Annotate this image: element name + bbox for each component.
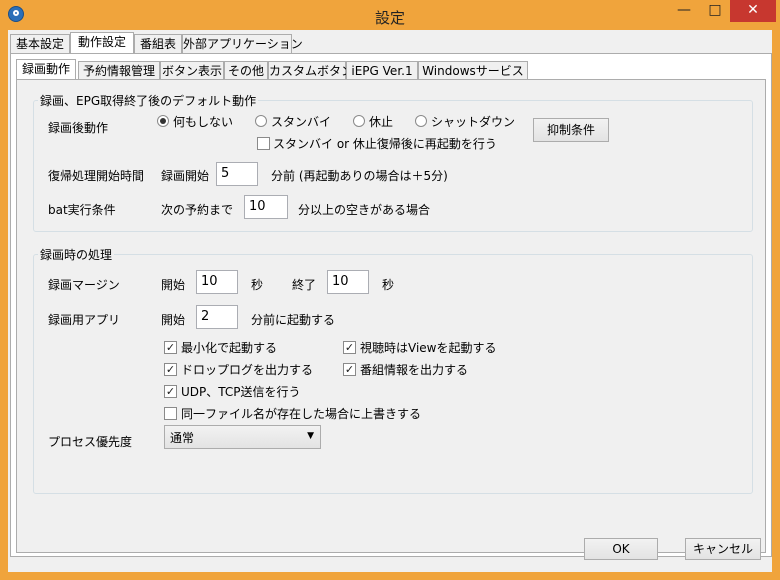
app-start-minutes-input[interactable]: 2 — [196, 305, 238, 329]
ok-button[interactable]: OK — [584, 538, 658, 560]
margin-start-label: 開始 — [161, 278, 186, 292]
maximize-button[interactable]: □ — [700, 0, 730, 22]
tab-recording-behavior[interactable]: 録画動作 — [16, 59, 76, 80]
overwrite-file-checkbox[interactable] — [164, 407, 177, 420]
process-priority-select[interactable]: 通常 ▼ — [164, 425, 321, 449]
after-rec-label: 録画後動作 — [48, 121, 109, 135]
margin-end-input[interactable]: 10 — [327, 270, 369, 294]
minimize-start-checkbox[interactable]: ✓ — [164, 341, 177, 354]
next-rec-label: 次の予約まで — [161, 203, 234, 217]
tab-iepg[interactable]: iEPG Ver.1 — [346, 61, 418, 81]
tab-other[interactable]: その他 — [224, 61, 268, 81]
minimize-start-label[interactable]: 最小化で起動する — [181, 339, 277, 356]
window-title: 設定 — [374, 9, 405, 27]
inner-tab-panel: 録画、EPG取得終了後のデフォルト動作 録画後動作 何もしない スタンバイ 休止… — [16, 79, 766, 553]
cancel-button[interactable]: キャンセル — [685, 538, 761, 560]
title-bar[interactable]: 設定 — □ ✕ — [0, 0, 780, 30]
close-button[interactable]: ✕ — [730, 0, 776, 22]
radio-shutdown-label[interactable]: シャットダウン — [431, 113, 515, 130]
radio-hibernate[interactable] — [353, 115, 365, 127]
suppress-conditions-button[interactable]: 抑制条件 — [533, 118, 609, 142]
program-info-label[interactable]: 番組情報を出力する — [360, 361, 468, 378]
rec-start-label: 録画開始 — [161, 169, 210, 183]
recording-process-group: 録画時の処理 録画マージン 開始 10 秒 終了 10 秒 録画用アプリ 開始 … — [33, 246, 753, 494]
view-on-watch-label[interactable]: 視聴時はViewを起動する — [360, 339, 496, 356]
radio-standby-label[interactable]: スタンバイ — [271, 113, 331, 130]
dialog-client: 基本設定 動作設定 番組表 外部アプリケーション 録画動作 予約情報管理 ボタン… — [8, 30, 772, 572]
tab-button-display[interactable]: ボタン表示 — [160, 61, 224, 81]
rec-margin-label: 録画マージン — [48, 278, 120, 292]
overwrite-file-label[interactable]: 同一ファイル名が存在した場合に上書きする — [181, 405, 421, 422]
radio-hibernate-label[interactable]: 休止 — [369, 113, 393, 130]
margin-end-sec: 秒 — [382, 278, 395, 292]
tab-basic-settings[interactable]: 基本設定 — [10, 34, 70, 54]
chevron-down-icon: ▼ — [307, 431, 314, 441]
app-start-suffix: 分前に起動する — [251, 313, 336, 327]
drop-log-checkbox[interactable]: ✓ — [164, 363, 177, 376]
app-start-label: 開始 — [161, 313, 186, 327]
radio-do-nothing[interactable] — [157, 115, 169, 127]
next-rec-minutes-input[interactable]: 10 — [244, 195, 288, 219]
udp-tcp-label[interactable]: UDP、TCP送信を行う — [181, 383, 301, 400]
udp-tcp-checkbox[interactable]: ✓ — [164, 385, 177, 398]
program-info-checkbox[interactable]: ✓ — [343, 363, 356, 376]
radio-standby[interactable] — [255, 115, 267, 127]
group-title: 録画時の処理 — [38, 246, 115, 263]
drop-log-label[interactable]: ドロップログを出力する — [181, 361, 313, 378]
group-title: 録画、EPG取得終了後のデフォルト動作 — [38, 92, 259, 109]
rec-start-minutes-input[interactable]: 5 — [216, 162, 258, 186]
tab-windows-service[interactable]: Windowsサービス — [418, 61, 528, 81]
tab-program-guide[interactable]: 番組表 — [134, 34, 182, 54]
default-action-group: 録画、EPG取得終了後のデフォルト動作 録画後動作 何もしない スタンバイ 休止… — [33, 92, 753, 232]
rec-start-suffix: 分前 (再起動ありの場合は＋5分) — [271, 169, 448, 183]
tab-reservation-management[interactable]: 予約情報管理 — [78, 61, 160, 81]
tab-operation-settings[interactable]: 動作設定 — [70, 32, 134, 54]
margin-end-label: 終了 — [292, 278, 317, 292]
minimize-button[interactable]: — — [669, 0, 699, 22]
view-on-watch-checkbox[interactable]: ✓ — [343, 341, 356, 354]
reboot-checkbox-label[interactable]: スタンバイ or 休止復帰後に再起動を行う — [273, 135, 497, 152]
process-priority-value: 通常 — [170, 431, 195, 445]
settings-window: 設定 — □ ✕ 基本設定 動作設定 番組表 外部アプリケーション 録画動作 予… — [0, 0, 780, 580]
radio-shutdown[interactable] — [415, 115, 427, 127]
bat-condition-label: bat実行条件 — [48, 203, 116, 217]
margin-start-input[interactable]: 10 — [196, 270, 238, 294]
reboot-checkbox[interactable] — [257, 137, 270, 150]
next-rec-suffix: 分以上の空きがある場合 — [298, 203, 431, 217]
resume-time-label: 復帰処理開始時間 — [48, 169, 145, 183]
radio-do-nothing-label[interactable]: 何もしない — [173, 113, 233, 130]
outer-tab-panel: 録画動作 予約情報管理 ボタン表示 その他 カスタムボタン iEPG Ver.1… — [10, 53, 772, 557]
tab-custom-button[interactable]: カスタムボタン — [268, 61, 353, 81]
process-priority-label: プロセス優先度 — [48, 435, 133, 449]
tab-external-apps[interactable]: 外部アプリケーション — [182, 34, 303, 54]
margin-start-sec: 秒 — [251, 278, 264, 292]
rec-app-label: 録画用アプリ — [48, 313, 121, 327]
